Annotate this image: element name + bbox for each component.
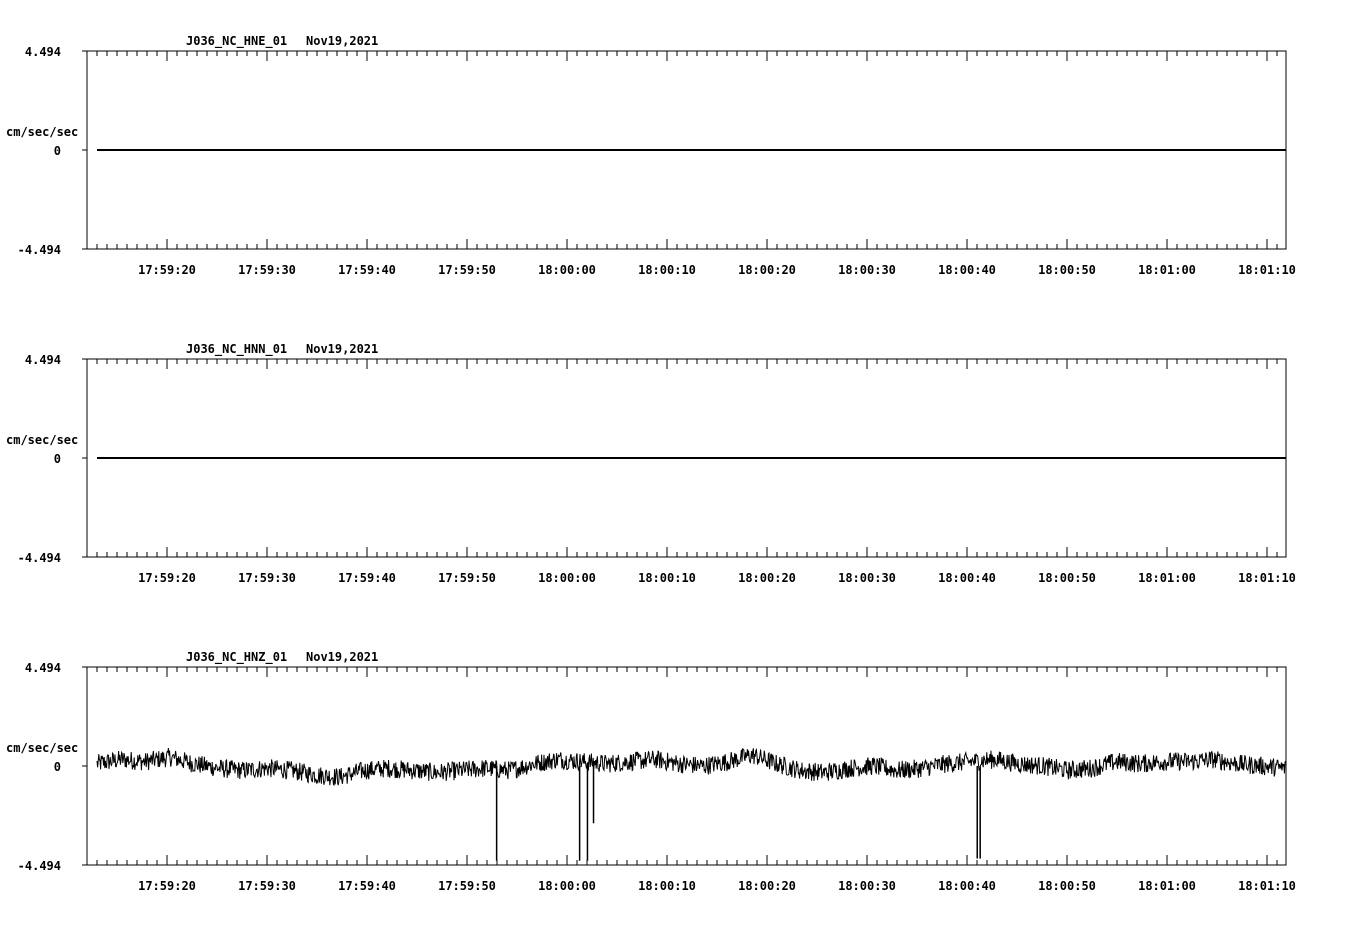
y-axis-label: cm/sec/sec [6,433,78,447]
x-tick-label: 17:59:50 [438,263,496,277]
x-tick-label: 18:00:20 [738,571,796,585]
x-tick-label: 17:59:50 [438,571,496,585]
x-tick-label: 18:01:10 [1238,571,1296,585]
x-tick-label: 18:00:40 [938,571,996,585]
x-tick-label: 17:59:20 [138,571,196,585]
x-tick-label: 17:59:30 [238,263,296,277]
date-label: Nov19,2021 [306,650,378,664]
station-label: J036_NC_HNE_01 [186,34,287,49]
trace-line [96,748,1286,787]
x-tick-label: 17:59:20 [138,879,196,893]
x-tick-label: 18:00:20 [738,263,796,277]
x-tick-label: 18:00:00 [538,263,596,277]
x-tick-label: 18:00:30 [838,571,896,585]
x-tick-label: 18:00:00 [538,571,596,585]
y-axis-label: cm/sec/sec [6,741,78,755]
x-tick-label: 17:59:40 [338,571,396,585]
x-tick-label: 18:00:50 [1038,571,1096,585]
y-tick-label-bottom: -4.494 [18,551,61,565]
x-tick-label: 18:00:10 [638,879,696,893]
x-tick-label: 18:00:20 [738,879,796,893]
y-tick-label-zero: 0 [54,452,61,466]
y-axis-label: cm/sec/sec [6,125,78,139]
seismogram-stack: J036_NC_HNE_01 Nov19,2021 4.494 0 -4.494 cm/s… [0,0,1358,924]
x-tick-label: 18:01:10 [1238,263,1296,277]
x-tick-label: 18:00:40 [938,879,996,893]
x-tick-label: 18:00:30 [838,263,896,277]
x-tick-label: 18:01:00 [1138,571,1196,585]
date-label: Nov19,2021 [306,342,378,356]
x-tick-label: 18:00:50 [1038,263,1096,277]
y-tick-label-top: 4.494 [25,353,61,367]
x-tick-label: 18:00:10 [638,571,696,585]
x-tick-label: 17:59:20 [138,263,196,277]
y-tick-label-zero: 0 [54,144,61,158]
x-tick-label: 17:59:30 [238,879,296,893]
x-tick-label: 18:01:00 [1138,879,1196,893]
x-tick-label: 18:01:10 [1238,879,1296,893]
x-tick-label: 18:00:40 [938,263,996,277]
y-tick-label-top: 4.494 [25,661,61,675]
x-tick-label: 17:59:50 [438,879,496,893]
seismogram-svg: J036_NC_HNE_01 Nov19,2021 4.494 0 -4.494 cm/s… [6,34,1296,893]
x-tick-label: 17:59:40 [338,879,396,893]
x-tick-label: 18:00:50 [1038,879,1096,893]
x-tick-label: 17:59:30 [238,571,296,585]
y-tick-label-top: 4.494 [25,45,61,59]
x-tick-label: 18:01:00 [1138,263,1196,277]
date-label: Nov19,2021 [306,34,378,48]
y-tick-label-zero: 0 [54,760,61,774]
y-tick-label-bottom: -4.494 [18,243,61,257]
x-tick-label: 18:00:30 [838,879,896,893]
x-tick-label: 18:00:00 [538,879,596,893]
x-tick-label: 18:00:10 [638,263,696,277]
station-label: J036_NC_HNN_01 [186,342,287,357]
x-tick-label: 17:59:40 [338,263,396,277]
station-label: J036_NC_HNZ_01 [186,650,287,665]
y-tick-label-bottom: -4.494 [18,859,61,873]
